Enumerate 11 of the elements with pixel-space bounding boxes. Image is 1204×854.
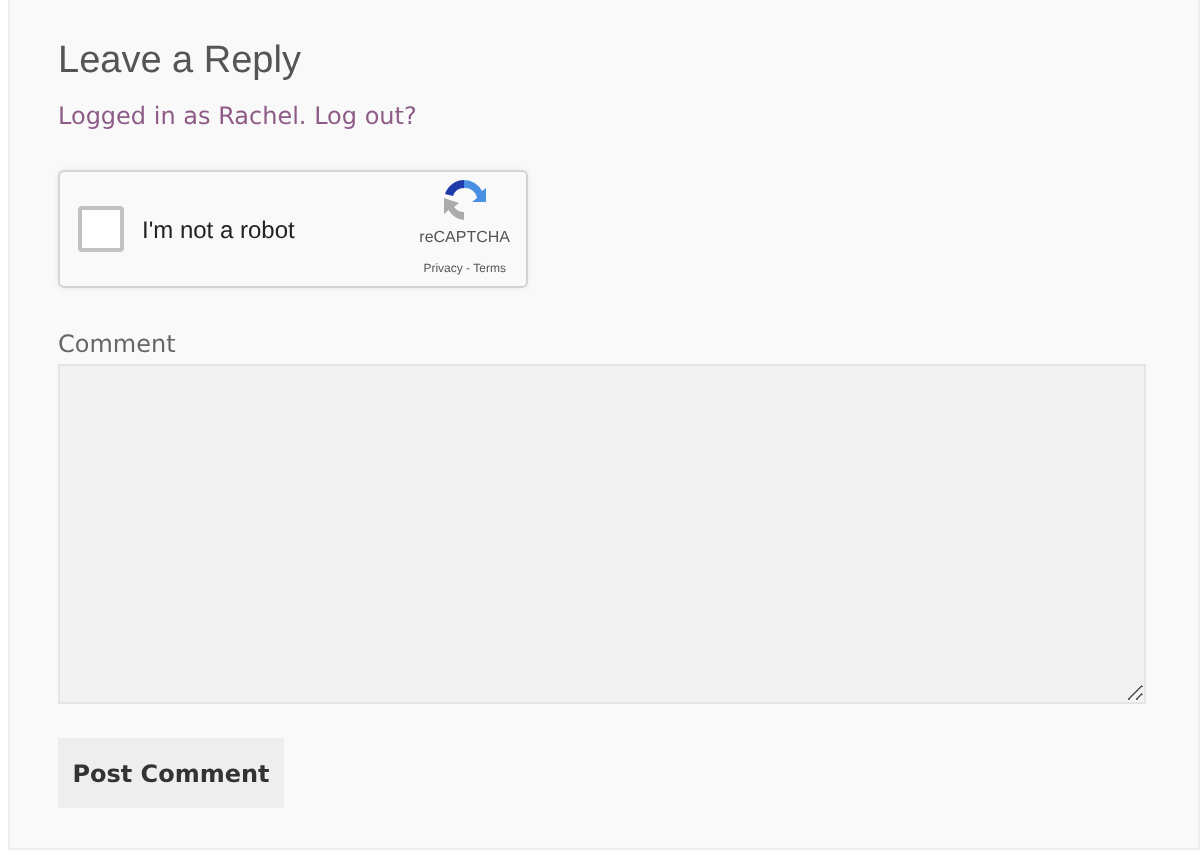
comment-label: Comment — [58, 328, 178, 360]
reply-heading: Leave a Reply — [58, 38, 303, 86]
captcha-label: I'm not a robot — [142, 215, 297, 243]
logout-link[interactable]: Log out? — [314, 102, 417, 130]
recaptcha-brand: reCAPTCHA — [419, 228, 510, 246]
logged-in-text: Logged in as Rachel. Log out? — [58, 100, 419, 132]
user-link[interactable]: Rachel — [218, 102, 299, 130]
comment-field[interactable] — [58, 364, 1146, 704]
captcha-checkbox[interactable] — [78, 206, 124, 252]
post-comment-button[interactable]: Post Comment — [58, 738, 284, 808]
recaptcha-logo-icon — [440, 176, 489, 224]
